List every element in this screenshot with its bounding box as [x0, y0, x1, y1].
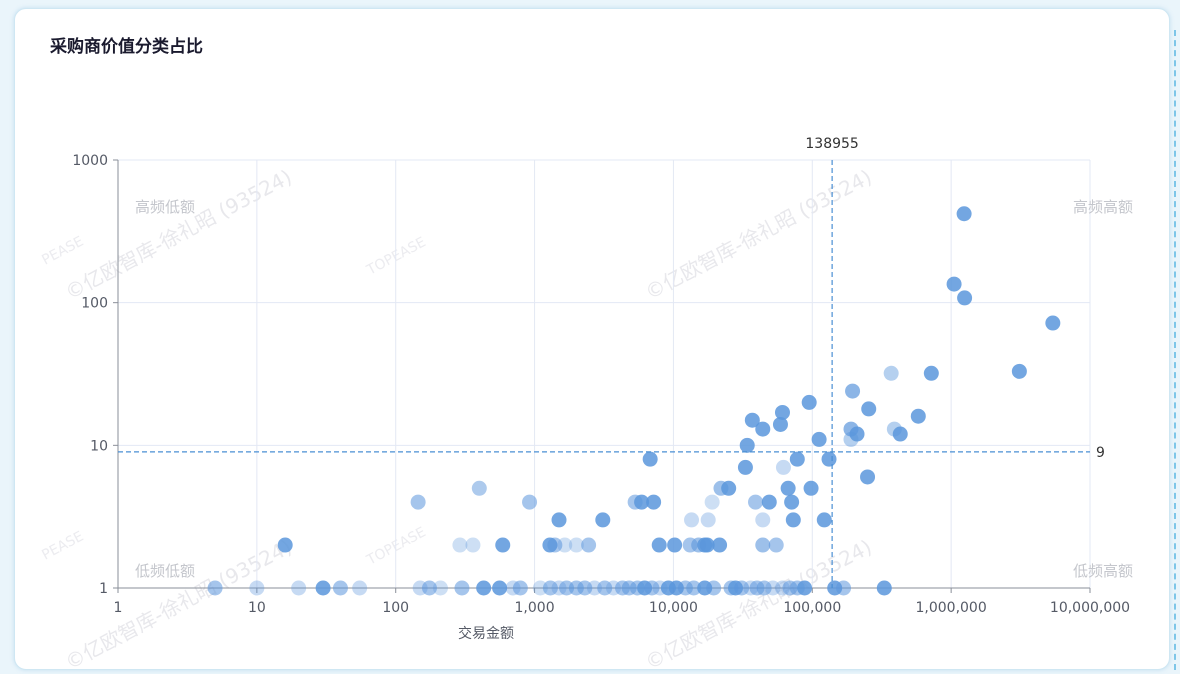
data-point	[876, 580, 892, 596]
quadrant-bottom-right: 低频高额	[1073, 562, 1133, 580]
data-point	[737, 459, 753, 475]
data-point	[748, 494, 764, 510]
data-point	[768, 537, 784, 553]
data-point	[775, 459, 791, 475]
data-point	[642, 451, 658, 467]
data-point	[739, 437, 755, 453]
data-point	[207, 580, 223, 596]
x-tick-label: 1,000	[515, 600, 555, 616]
data-point	[956, 206, 972, 222]
data-point	[352, 580, 368, 596]
data-point	[667, 537, 683, 553]
data-point	[646, 494, 662, 510]
x-axis-title: 交易金额	[458, 625, 514, 642]
data-point	[772, 416, 788, 432]
x-tick-label: 1,000,000	[916, 600, 987, 616]
watermark-text: ©亿欧智库-徐礼昭 (93524)	[641, 165, 875, 305]
y-tick-label: 1	[99, 581, 108, 597]
data-point	[797, 580, 813, 596]
y-tick-label: 1000	[72, 153, 108, 169]
point-layer	[207, 206, 1061, 596]
data-point	[789, 451, 805, 467]
data-point	[755, 512, 771, 528]
data-point	[291, 580, 307, 596]
data-point	[454, 580, 470, 596]
data-point	[923, 365, 939, 381]
data-point	[315, 580, 331, 596]
data-point	[1011, 363, 1027, 379]
data-point	[512, 580, 528, 596]
x-tick-label: 10	[248, 600, 266, 616]
data-point	[249, 580, 265, 596]
data-point	[860, 469, 876, 485]
data-point	[495, 537, 511, 553]
data-point	[755, 421, 771, 437]
data-point	[465, 537, 481, 553]
data-point	[785, 512, 801, 528]
watermark-brand: PEASE	[39, 528, 86, 563]
data-point	[651, 537, 667, 553]
data-point	[803, 480, 819, 496]
data-point	[1045, 315, 1061, 331]
x-tick-label: 100	[382, 600, 409, 616]
data-point	[700, 512, 716, 528]
x-tick-label: 1	[114, 600, 123, 616]
data-point	[816, 512, 832, 528]
data-point	[581, 537, 597, 553]
data-point	[910, 408, 926, 424]
scatter-chart: ©亿欧智库-徐礼昭 (93524) ©亿欧智库-徐礼昭 (93524)©亿欧智库-…	[39, 136, 1133, 674]
data-point	[843, 431, 859, 447]
data-point	[471, 480, 487, 496]
data-point	[410, 494, 426, 510]
quadrant-top-right: 高频高额	[1073, 198, 1133, 216]
data-point	[332, 580, 348, 596]
y-mark-label: 9	[1096, 445, 1105, 461]
data-point	[946, 276, 962, 292]
data-point	[821, 451, 837, 467]
data-point	[784, 494, 800, 510]
data-point	[801, 394, 817, 410]
data-point	[277, 537, 293, 553]
data-point	[595, 512, 611, 528]
data-point	[761, 494, 777, 510]
data-point	[892, 426, 908, 442]
x-tick-label: 10,000	[649, 600, 698, 616]
data-point	[780, 480, 796, 496]
y-tick-label: 10	[90, 438, 108, 454]
data-point	[452, 537, 468, 553]
data-point	[551, 512, 567, 528]
data-point	[861, 401, 877, 417]
quadrant-bottom-left: 低频低额	[135, 562, 195, 580]
data-point	[704, 494, 720, 510]
watermark-brand: PEASE	[39, 233, 86, 268]
data-point	[522, 494, 538, 510]
x-mark-label: 138955	[805, 136, 858, 152]
watermark-text: ©亿欧智库-徐礼昭 (93524)	[61, 165, 295, 305]
x-tick-label: 100,000	[783, 600, 841, 616]
y-tick-label: 100	[81, 296, 108, 312]
data-point	[476, 580, 492, 596]
mark-lines: 138955 9	[118, 136, 1105, 588]
data-point	[883, 365, 899, 381]
data-point	[721, 480, 737, 496]
data-point	[684, 512, 700, 528]
data-point	[706, 580, 722, 596]
data-point	[845, 383, 861, 399]
data-point	[492, 580, 508, 596]
data-point	[432, 580, 448, 596]
x-tick-label: 10,000,000	[1050, 600, 1130, 616]
data-point	[811, 431, 827, 447]
data-point	[712, 537, 728, 553]
data-point	[755, 537, 771, 553]
quadrant-top-left: 高频低额	[135, 198, 195, 216]
data-point	[957, 290, 973, 306]
data-point	[836, 580, 852, 596]
quadrant-labels: 高频低额 高频高额低频低额 低频高额	[135, 198, 1133, 580]
